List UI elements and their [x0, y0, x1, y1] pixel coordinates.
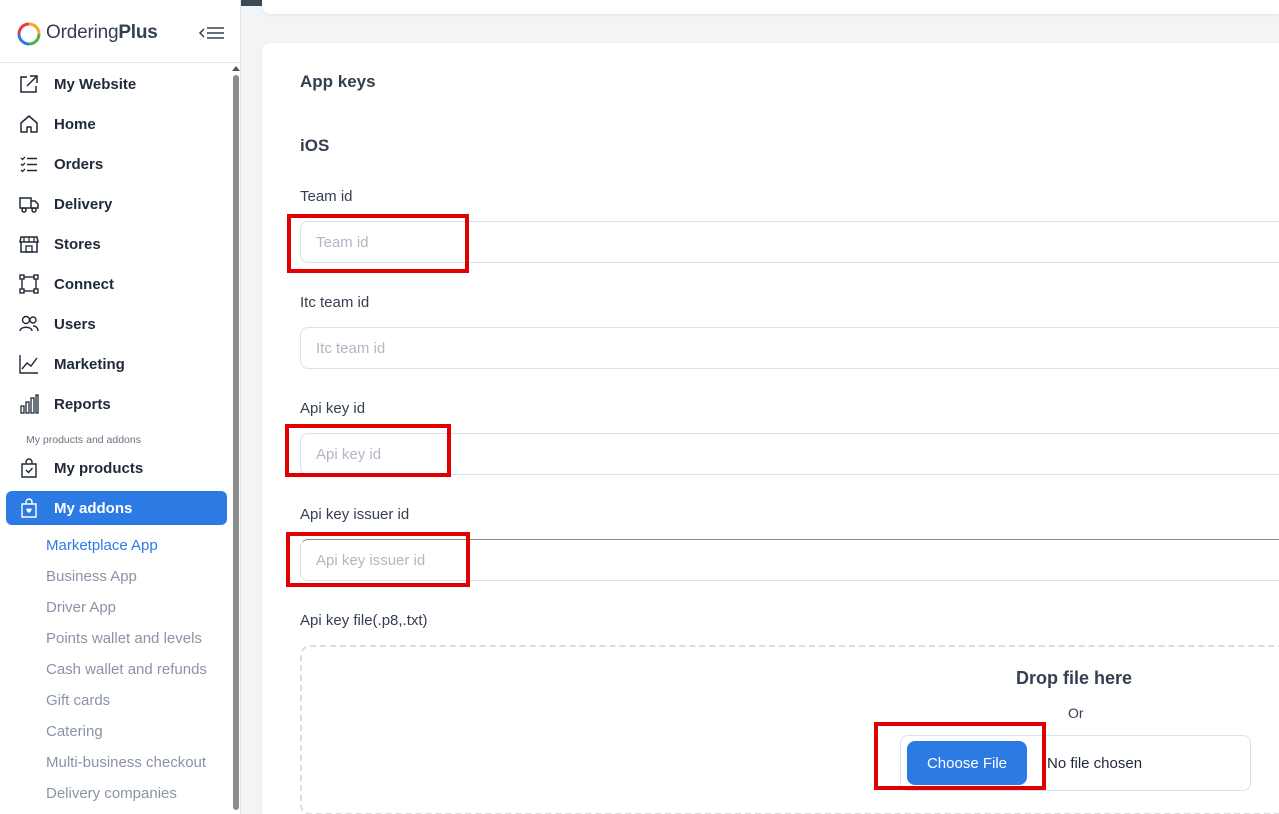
- section-title-ios: iOS: [300, 136, 330, 155]
- sidebar-subitem-business-app[interactable]: Business App: [46, 568, 137, 585]
- sidebar-item-label: Marketing: [54, 355, 125, 373]
- previous-card: [262, 0, 1279, 14]
- sidebar-item-my-products[interactable]: My products: [6, 451, 227, 485]
- sidebar-item-marketing[interactable]: Marketing: [6, 347, 227, 381]
- brand-name: OrderingPlus: [46, 22, 158, 43]
- sidebar-item-connect[interactable]: Connect: [6, 267, 227, 301]
- api-key-id-label: Api key id: [300, 400, 366, 417]
- truck-icon: [19, 197, 39, 213]
- sidebar-item-label: My products: [54, 459, 144, 477]
- logo-icon: [17, 22, 41, 46]
- api-key-issuer-id-label: Api key issuer id: [300, 506, 410, 523]
- people-icon: [19, 315, 39, 332]
- graph-up-icon: [19, 355, 38, 374]
- sidebar-item-reports[interactable]: Reports: [6, 387, 227, 421]
- sidebar-subitem-driver-app[interactable]: Driver App: [46, 599, 116, 616]
- sidebar-subitem-gift-cards[interactable]: Gift cards: [46, 692, 110, 709]
- bag-heart-icon: [21, 498, 37, 518]
- home-icon: [20, 115, 38, 133]
- store-icon: [19, 236, 39, 253]
- scroll-up-arrow-icon[interactable]: [232, 66, 240, 71]
- collapse-sidebar-icon[interactable]: [196, 22, 226, 44]
- api-key-file-label: Api key file(.p8,.txt): [300, 612, 428, 629]
- sidebar-item-label: Reports: [54, 395, 111, 413]
- team-id-label: Team id: [300, 188, 353, 205]
- sidebar-item-orders[interactable]: Orders: [6, 147, 227, 181]
- sidebar-item-my-website[interactable]: My Website: [6, 67, 227, 101]
- drop-or-text: Or: [1068, 705, 1084, 721]
- page-title: App keys: [300, 72, 376, 91]
- sidebar-item-label: Delivery: [54, 195, 113, 213]
- drop-file-title: Drop file here: [1016, 668, 1133, 688]
- sidebar-item-users[interactable]: Users: [6, 307, 227, 341]
- sidebar-subitem-delivery-companies[interactable]: Delivery companies: [46, 785, 177, 802]
- list-check-icon: [20, 156, 37, 173]
- sidebar-subitem-catering[interactable]: Catering: [46, 723, 103, 740]
- sidebar: OrderingPlus My Website Home Orders Deli…: [0, 0, 241, 814]
- bounding-box-icon: [19, 274, 39, 294]
- itc-team-id-label: Itc team id: [300, 294, 370, 311]
- external-link-icon: [20, 75, 38, 93]
- sidebar-scrollbar-thumb[interactable]: [233, 75, 239, 810]
- section-label-products: My products and addons: [26, 434, 141, 446]
- sidebar-item-my-addons[interactable]: My addons: [6, 491, 227, 525]
- sidebar-item-label: Users: [54, 315, 96, 333]
- sidebar-item-label: Connect: [54, 275, 114, 293]
- sidebar-subitem-multi-business-checkout[interactable]: Multi-business checkout: [46, 754, 206, 771]
- sidebar-item-label: Home: [54, 115, 96, 133]
- choose-file-button[interactable]: Choose File: [907, 741, 1027, 785]
- sidebar-subitem-marketplace-app[interactable]: Marketplace App: [46, 537, 158, 554]
- sidebar-item-delivery[interactable]: Delivery: [6, 187, 227, 221]
- api-key-id-input[interactable]: [300, 433, 1279, 475]
- itc-team-id-input[interactable]: [300, 327, 1279, 369]
- sidebar-subitem-points-wallet[interactable]: Points wallet and levels: [46, 630, 202, 647]
- sidebar-item-label: My addons: [54, 499, 133, 517]
- sidebar-item-label: Stores: [54, 235, 101, 253]
- sidebar-item-stores[interactable]: Stores: [6, 227, 227, 261]
- sidebar-item-label: Orders: [54, 155, 104, 173]
- team-id-input[interactable]: [300, 221, 1279, 263]
- sidebar-subitem-cash-wallet[interactable]: Cash wallet and refunds: [46, 661, 207, 678]
- bag-check-icon: [21, 458, 37, 478]
- sidebar-item-home[interactable]: Home: [6, 107, 227, 141]
- sidebar-item-label: My Website: [54, 75, 137, 93]
- no-file-chosen-text: No file chosen: [1047, 755, 1143, 772]
- bar-chart-icon: [20, 394, 39, 414]
- api-key-issuer-id-input[interactable]: [300, 539, 1279, 581]
- brand-header: OrderingPlus: [0, 0, 241, 63]
